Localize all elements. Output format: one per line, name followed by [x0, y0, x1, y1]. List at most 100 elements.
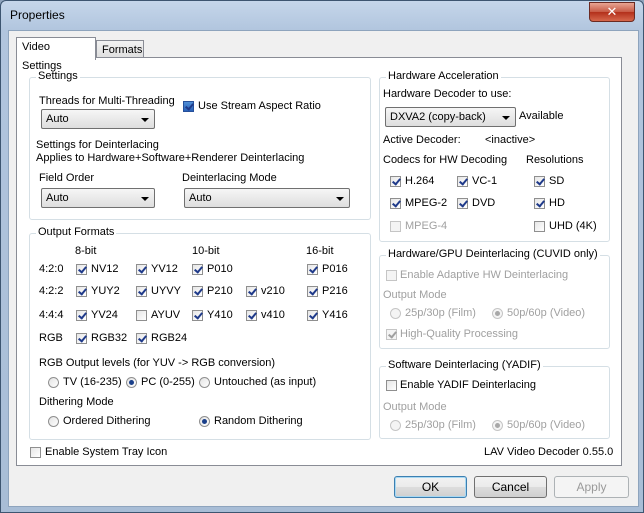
hd-checkbox[interactable]: [534, 198, 545, 209]
deint-applies-label: Applies to Hardware+Software+Renderer De…: [36, 152, 305, 164]
nv12-checkbox[interactable]: [76, 264, 87, 275]
gpu-output-mode-label: Output Mode: [383, 289, 447, 301]
sw-film-radio[interactable]: [390, 420, 401, 431]
stream-aspect-label: Use Stream Aspect Ratio: [198, 100, 321, 112]
random-dither-radio[interactable]: [199, 416, 210, 427]
nv12-label: NV12: [91, 263, 119, 275]
row-420-label: 4:2:0: [39, 263, 64, 275]
col-16bit-label: 16-bit: [306, 245, 334, 257]
deint-mode-value: Auto: [189, 192, 212, 204]
pc-levels-radio[interactable]: [126, 377, 137, 388]
adaptive-hw-deint-checkbox[interactable]: [386, 270, 397, 281]
resolutions-label: Resolutions: [526, 154, 584, 166]
ordered-dither-label: Ordered Dithering: [63, 415, 151, 427]
field-order-label: Field Order: [39, 172, 95, 184]
ordered-dither-radio[interactable]: [48, 416, 59, 427]
rgb32-label: RGB32: [91, 332, 128, 344]
rgb32-checkbox[interactable]: [76, 333, 87, 344]
stream-aspect-checkbox[interactable]: [183, 101, 194, 112]
untouched-levels-radio[interactable]: [199, 377, 210, 388]
yv24-label: YV24: [91, 309, 118, 321]
sw-output-mode-label: Output Mode: [383, 401, 447, 413]
gpu-film-label: 25p/30p (Film): [405, 307, 476, 319]
col-8bit-label: 8-bit: [75, 245, 97, 257]
output-formats-group-label: Output Formats: [36, 226, 117, 238]
uyvy-checkbox[interactable]: [136, 286, 147, 297]
field-order-value: Auto: [46, 192, 69, 204]
hq-processing-checkbox[interactable]: [386, 329, 397, 340]
deint-settings-label: Settings for Deinterlacing: [36, 139, 159, 151]
p210-checkbox[interactable]: [192, 286, 203, 297]
untouched-levels-label: Untouched (as input): [214, 376, 317, 388]
hq-processing-label: High-Quality Processing: [400, 328, 518, 340]
hw-accel-group-label: Hardware Acceleration: [386, 70, 501, 82]
p016-checkbox[interactable]: [307, 264, 318, 275]
ok-button[interactable]: OK: [394, 476, 467, 498]
cancel-button[interactable]: Cancel: [474, 476, 547, 498]
random-dither-label: Random Dithering: [214, 415, 303, 427]
ayuv-checkbox[interactable]: [136, 310, 147, 321]
v210-checkbox[interactable]: [246, 286, 257, 297]
v410-label: v410: [261, 309, 285, 321]
sw-video-label: 50p/60p (Video): [507, 419, 586, 431]
system-tray-checkbox[interactable]: [30, 447, 41, 458]
gpu-video-label: 50p/60p (Video): [507, 307, 586, 319]
tv-levels-label: TV (16-235): [63, 376, 122, 388]
hd-label: HD: [549, 197, 565, 209]
uhd-checkbox[interactable]: [534, 221, 545, 232]
ayuv-label: AYUV: [151, 309, 181, 321]
sw-film-label: 25p/30p (Film): [405, 419, 476, 431]
hw-decoder-select[interactable]: DXVA2 (copy-back): [385, 107, 516, 127]
mpeg4-checkbox[interactable]: [390, 221, 401, 232]
p010-checkbox[interactable]: [192, 264, 203, 275]
v410-checkbox[interactable]: [246, 310, 257, 321]
hw-decoder-value: DXVA2 (copy-back): [390, 111, 486, 123]
h264-checkbox[interactable]: [390, 176, 401, 187]
field-order-select[interactable]: Auto: [41, 188, 155, 208]
row-422-label: 4:2:2: [39, 285, 64, 297]
adaptive-hw-deint-label: Enable Adaptive HW Deinterlacing: [400, 269, 569, 281]
threads-select[interactable]: Auto: [41, 109, 155, 129]
y410-checkbox[interactable]: [192, 310, 203, 321]
codecs-hw-label: Codecs for HW Decoding: [383, 154, 508, 166]
yv12-label: YV12: [151, 263, 178, 275]
chevron-down-icon: [502, 116, 510, 120]
gpu-video-radio[interactable]: [492, 308, 503, 319]
deint-mode-label: Deinterlacing Mode: [182, 172, 277, 184]
gpu-deint-group-label: Hardware/GPU Deinterlacing (CUVID only): [386, 248, 600, 260]
yadif-checkbox[interactable]: [386, 380, 397, 391]
mpeg2-checkbox[interactable]: [390, 198, 401, 209]
available-label: Available: [519, 110, 564, 122]
p216-label: P216: [322, 285, 348, 297]
row-444-label: 4:4:4: [39, 309, 64, 321]
y416-checkbox[interactable]: [307, 310, 318, 321]
y410-label: Y410: [207, 309, 233, 321]
close-button[interactable]: ✕: [589, 2, 635, 22]
vc1-label: VC-1: [472, 175, 498, 187]
rgb24-label: RGB24: [151, 332, 188, 344]
apply-button[interactable]: Apply: [554, 476, 629, 498]
active-decoder-value: <inactive>: [485, 134, 536, 146]
row-rgb-label: RGB: [39, 332, 63, 344]
yv12-checkbox[interactable]: [136, 264, 147, 275]
deint-mode-select[interactable]: Auto: [184, 188, 350, 208]
h264-label: H.264: [405, 175, 435, 187]
chevron-down-icon: [141, 118, 149, 122]
rgb24-checkbox[interactable]: [136, 333, 147, 344]
gpu-film-radio[interactable]: [390, 308, 401, 319]
yv24-checkbox[interactable]: [76, 310, 87, 321]
vc1-checkbox[interactable]: [457, 176, 468, 187]
version-label: LAV Video Decoder 0.55.0: [484, 446, 614, 458]
yadif-label: Enable YADIF Deinterlacing: [400, 379, 536, 391]
tv-levels-radio[interactable]: [48, 377, 59, 388]
chevron-down-icon: [336, 197, 344, 201]
yuy2-checkbox[interactable]: [76, 286, 87, 297]
tab-video-settings[interactable]: Video Settings: [16, 37, 96, 72]
sw-video-radio[interactable]: [492, 420, 503, 431]
system-tray-label: Enable System Tray Icon: [45, 446, 168, 458]
p210-label: P210: [207, 285, 233, 297]
p216-checkbox[interactable]: [307, 286, 318, 297]
sd-checkbox[interactable]: [534, 176, 545, 187]
p010-label: P010: [207, 263, 233, 275]
dvd-checkbox[interactable]: [457, 198, 468, 209]
